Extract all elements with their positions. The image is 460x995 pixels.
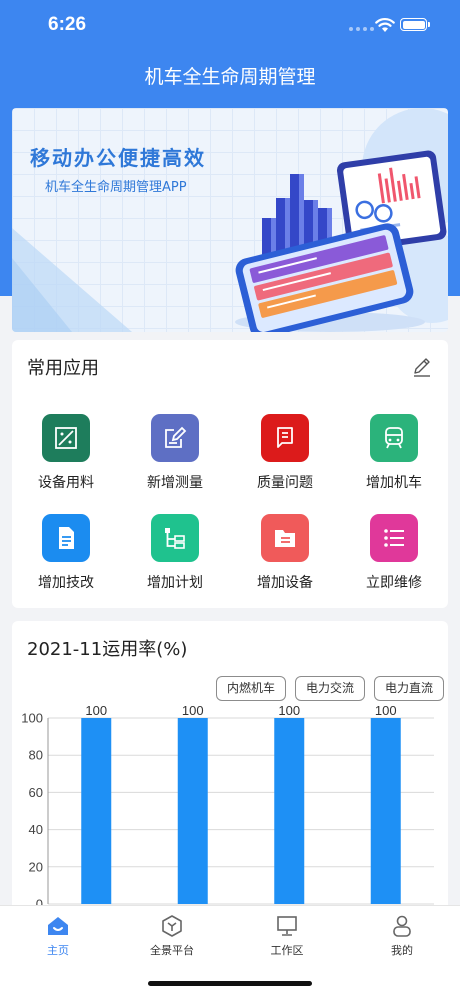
- locomotive-icon: [370, 414, 418, 462]
- app-label: 新增测量: [147, 475, 203, 491]
- tab-workspace[interactable]: 工作区: [247, 914, 327, 958]
- app-item-add-plan[interactable]: 增加计划: [135, 514, 215, 592]
- cube-icon: [162, 915, 182, 937]
- tab-label: 工作区: [270, 944, 304, 957]
- app-label: 立即维修: [366, 575, 422, 591]
- bar: [177, 718, 208, 904]
- folder-list-icon: [261, 514, 309, 562]
- material-icon: [42, 414, 90, 462]
- bar-chart: 100806040200100 100 100 100: [21, 703, 434, 911]
- status-bar: 6:26: [0, 0, 460, 50]
- tab-home[interactable]: 主页: [18, 914, 98, 958]
- section-title: 常用应用: [27, 358, 99, 379]
- user-icon: [393, 915, 411, 937]
- y-tick-label: 60: [29, 785, 43, 800]
- app-label: 增加计划: [147, 575, 203, 591]
- battery-icon: [400, 18, 430, 31]
- data-label: 100: [182, 703, 204, 718]
- bar: [81, 718, 112, 904]
- monitor-icon: [277, 916, 297, 936]
- app-item-repair-now[interactable]: 立即维修: [354, 514, 434, 592]
- page-title: 机车全生命周期管理: [144, 66, 316, 88]
- home-icon: [48, 917, 68, 935]
- plan-tree-icon: [151, 514, 199, 562]
- data-label: 100: [278, 703, 300, 718]
- app-item-add-locomotive[interactable]: 增加机车: [354, 414, 434, 492]
- data-label: 100: [85, 703, 107, 718]
- legend-electric-dc[interactable]: 电力直流: [374, 676, 444, 701]
- legend-diesel[interactable]: 内燃机车: [216, 676, 286, 701]
- chart-title: 2021-11运用率(%): [27, 639, 188, 660]
- banner-headline: 移动办公便捷高效: [30, 146, 206, 170]
- y-tick-label: 20: [29, 859, 43, 874]
- banner[interactable]: 移动办公便捷高效 机车全生命周期管理APP: [12, 108, 448, 332]
- y-tick-label: 80: [29, 748, 43, 763]
- tab-panorama[interactable]: 全景平台: [132, 914, 212, 958]
- tab-label: 我的: [391, 944, 413, 957]
- app-item-quality-issue[interactable]: 质量问题: [245, 414, 325, 492]
- wifi-icon: [375, 18, 395, 32]
- cellular-signal-icon: [349, 27, 374, 31]
- common-apps-card: 常用应用 设备用料 新增测量 质量问题 增加机车 增加技改 增加计划 增加设备 …: [12, 340, 448, 608]
- app-label: 增加机车: [366, 475, 422, 491]
- measure-edit-icon: [151, 414, 199, 462]
- banner-subtitle: 机车全生命周期管理APP: [45, 180, 187, 195]
- home-indicator: [148, 981, 312, 986]
- bar: [274, 718, 305, 904]
- data-label: 100: [375, 703, 397, 718]
- app-label: 质量问题: [257, 475, 313, 491]
- usage-rate-card: 2021-11运用率(%) 内燃机车 电力交流 电力直流 100 80 60 40 20…: [12, 621, 448, 921]
- quality-doc-icon: [261, 414, 309, 462]
- app-item-new-measurement[interactable]: 新增测量: [135, 414, 215, 492]
- tab-label: 全景平台: [150, 944, 194, 957]
- document-icon: [42, 514, 90, 562]
- tab-label: 主页: [47, 944, 69, 957]
- list-icon: [370, 514, 418, 562]
- pencil-icon[interactable]: [411, 356, 433, 378]
- bar: [370, 718, 401, 904]
- status-time: 6:26: [48, 14, 87, 35]
- app-label: 增加设备: [257, 575, 313, 591]
- y-tick-label: 100: [21, 711, 43, 726]
- app-label: 设备用料: [38, 475, 94, 491]
- y-tick-label: 40: [29, 822, 43, 837]
- tab-mine[interactable]: 我的: [362, 914, 442, 958]
- app-item-equipment-material[interactable]: 设备用料: [26, 414, 106, 492]
- app-item-add-equipment[interactable]: 增加设备: [245, 514, 325, 592]
- legend-electric-ac[interactable]: 电力交流: [295, 676, 365, 701]
- app-item-add-tech-change[interactable]: 增加技改: [26, 514, 106, 592]
- app-label: 增加技改: [38, 575, 94, 591]
